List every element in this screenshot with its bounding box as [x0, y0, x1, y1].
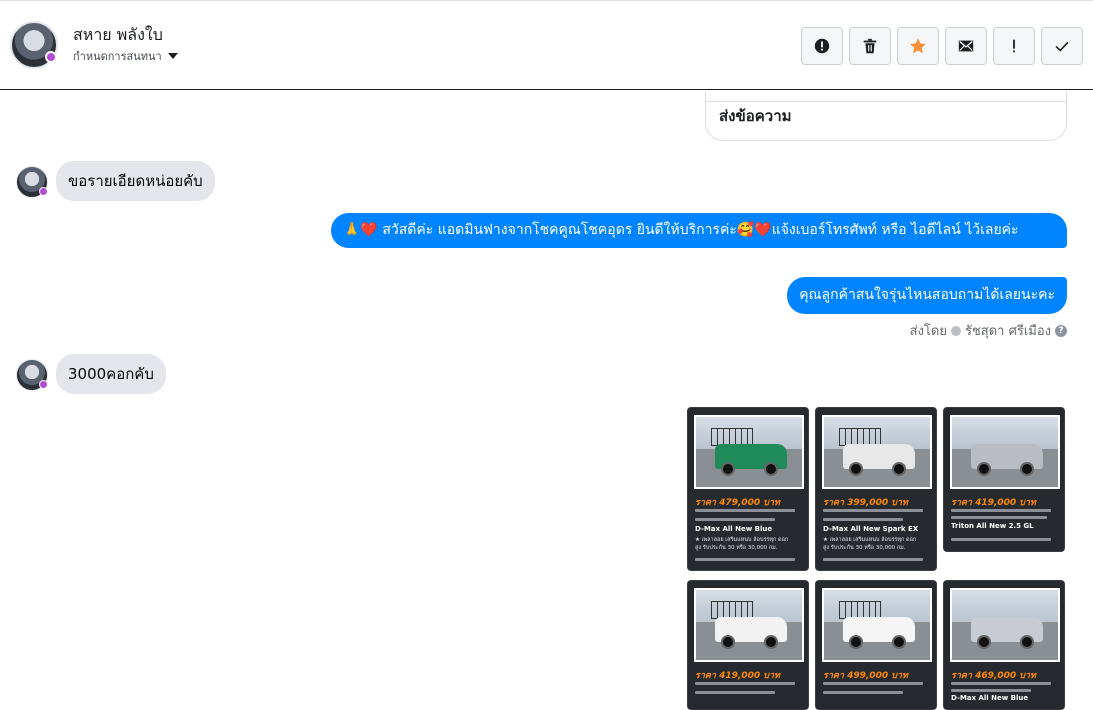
car-model: Triton All New 2.5 GL — [951, 522, 1034, 530]
report-button[interactable] — [801, 27, 843, 65]
car-desc: สูง รับประกัน 30 หรือ 30,000 กม. — [695, 545, 778, 551]
car-photo — [950, 415, 1060, 489]
sent-by-name[interactable]: รัชสุดา ศรีเมือง — [965, 320, 1051, 341]
fine-print — [823, 691, 903, 694]
car-listing-image[interactable]: ราคา 419,000 บาท Triton All New 2.5 GL — [943, 407, 1065, 552]
help-icon[interactable]: ? — [1055, 324, 1067, 337]
send-message-button[interactable]: ส่งข้อความ — [719, 104, 792, 128]
avatar[interactable] — [16, 359, 48, 391]
car-listing-image[interactable]: ราคา 499,000 บาท — [815, 580, 937, 710]
contact-name[interactable]: สหาย พลังใบ — [73, 23, 163, 48]
car-listing-image[interactable]: ราคา 479,000 บาท D-Max All New Blue ★ เพ… — [687, 407, 809, 571]
fine-print — [695, 691, 775, 694]
car-photo — [950, 588, 1060, 662]
previous-card: ส่งข้อความ — [705, 91, 1067, 141]
fine-print — [951, 689, 1031, 692]
fine-print — [823, 558, 923, 561]
fine-print — [695, 682, 795, 685]
car-listing-image[interactable]: ราคา 419,000 บาท — [687, 580, 809, 710]
verified-icon — [950, 325, 961, 336]
car-listing-image[interactable]: ราคา 469,000 บาท D-Max All New Blue — [943, 580, 1065, 710]
alert-circle-icon — [814, 38, 830, 54]
car-model: D-Max All New Blue — [951, 694, 1029, 702]
car-price: ราคา 419,000 บาท — [951, 498, 1036, 508]
conversation-settings-label: กำหนดการสนทนา — [73, 50, 162, 63]
message-bubble-outgoing[interactable]: คุณลูกค้าสนใจรุ่นไหนสอบถามได้เลยนะคะ — [787, 277, 1067, 314]
car-photo — [822, 588, 932, 662]
fine-print — [695, 558, 795, 561]
fine-print — [951, 509, 1051, 512]
car-photo — [822, 415, 932, 489]
done-button[interactable] — [1041, 27, 1083, 65]
fine-print — [823, 509, 923, 512]
car-model: D-Max All New Spark EX — [823, 525, 919, 533]
car-model: D-Max All New Blue — [695, 525, 773, 533]
fine-print — [951, 682, 1051, 685]
divider — [706, 101, 1066, 102]
fine-print — [823, 518, 903, 521]
message-bubble-incoming[interactable]: 3000คอกคับ — [56, 354, 166, 394]
checkmark-icon — [1055, 41, 1069, 52]
exclamation-icon — [1013, 39, 1015, 53]
status-badge — [39, 187, 48, 196]
envelope-icon — [958, 40, 974, 52]
message-bubble-incoming[interactable]: ขอรายเอียดหน่อยคับ — [56, 161, 215, 201]
status-badge — [39, 380, 48, 389]
header-actions — [801, 27, 1083, 65]
avatar[interactable] — [10, 21, 58, 69]
conversation-header: สหาย พลังใบ กำหนดการสนทนา — [0, 0, 1093, 90]
message-thread[interactable]: ส่งข้อความ ขอรายเอียดหน่อยคับ 🙏❤️ สวัสดี… — [0, 91, 1093, 710]
car-price: ราคา 419,000 บาท — [695, 671, 780, 681]
message-bubble-outgoing[interactable]: 🙏❤️ สวัสดีค่ะ แอดมินฟางจากโชคคูณโชคอุดร … — [331, 213, 1067, 248]
car-price: ราคา 399,000 บาท — [823, 498, 908, 508]
fine-print — [695, 509, 795, 512]
avatar[interactable] — [16, 166, 48, 198]
sent-by-info: ส่งโดย รัชสุดา ศรีเมือง ? — [910, 320, 1067, 341]
trash-icon — [863, 38, 877, 54]
fine-print — [951, 538, 1051, 541]
car-price: ราคา 499,000 บาท — [823, 671, 908, 681]
car-photo — [694, 415, 804, 489]
caret-down-icon — [167, 53, 178, 59]
mail-button[interactable] — [945, 27, 987, 65]
car-desc: ★ เพลาลอย เสริมแหนบ ล้อบรรทุก ดอก — [823, 537, 917, 543]
car-listing-image[interactable]: ราคา 399,000 บาท D-Max All New Spark EX … — [815, 407, 937, 571]
status-badge — [45, 51, 57, 63]
sent-by-label: ส่งโดย — [909, 324, 947, 339]
car-price: ราคา 469,000 บาท — [951, 671, 1036, 681]
car-desc: สูง รับประกัน 30 หรือ 30,000 กม. — [823, 545, 906, 551]
star-button[interactable] — [897, 27, 939, 65]
conversation-settings-dropdown[interactable]: กำหนดการสนทนา — [73, 47, 178, 65]
important-button[interactable] — [993, 27, 1035, 65]
fine-print — [951, 516, 1047, 519]
star-icon — [910, 38, 926, 54]
fine-print — [823, 682, 923, 685]
fine-print — [695, 518, 775, 521]
car-photo — [694, 588, 804, 662]
car-price: ราคา 479,000 บาท — [695, 498, 780, 508]
car-desc: ★ เพลาลอย เสริมแหนบ ล้อบรรทุก ดอก — [695, 537, 789, 543]
delete-button[interactable] — [849, 27, 891, 65]
